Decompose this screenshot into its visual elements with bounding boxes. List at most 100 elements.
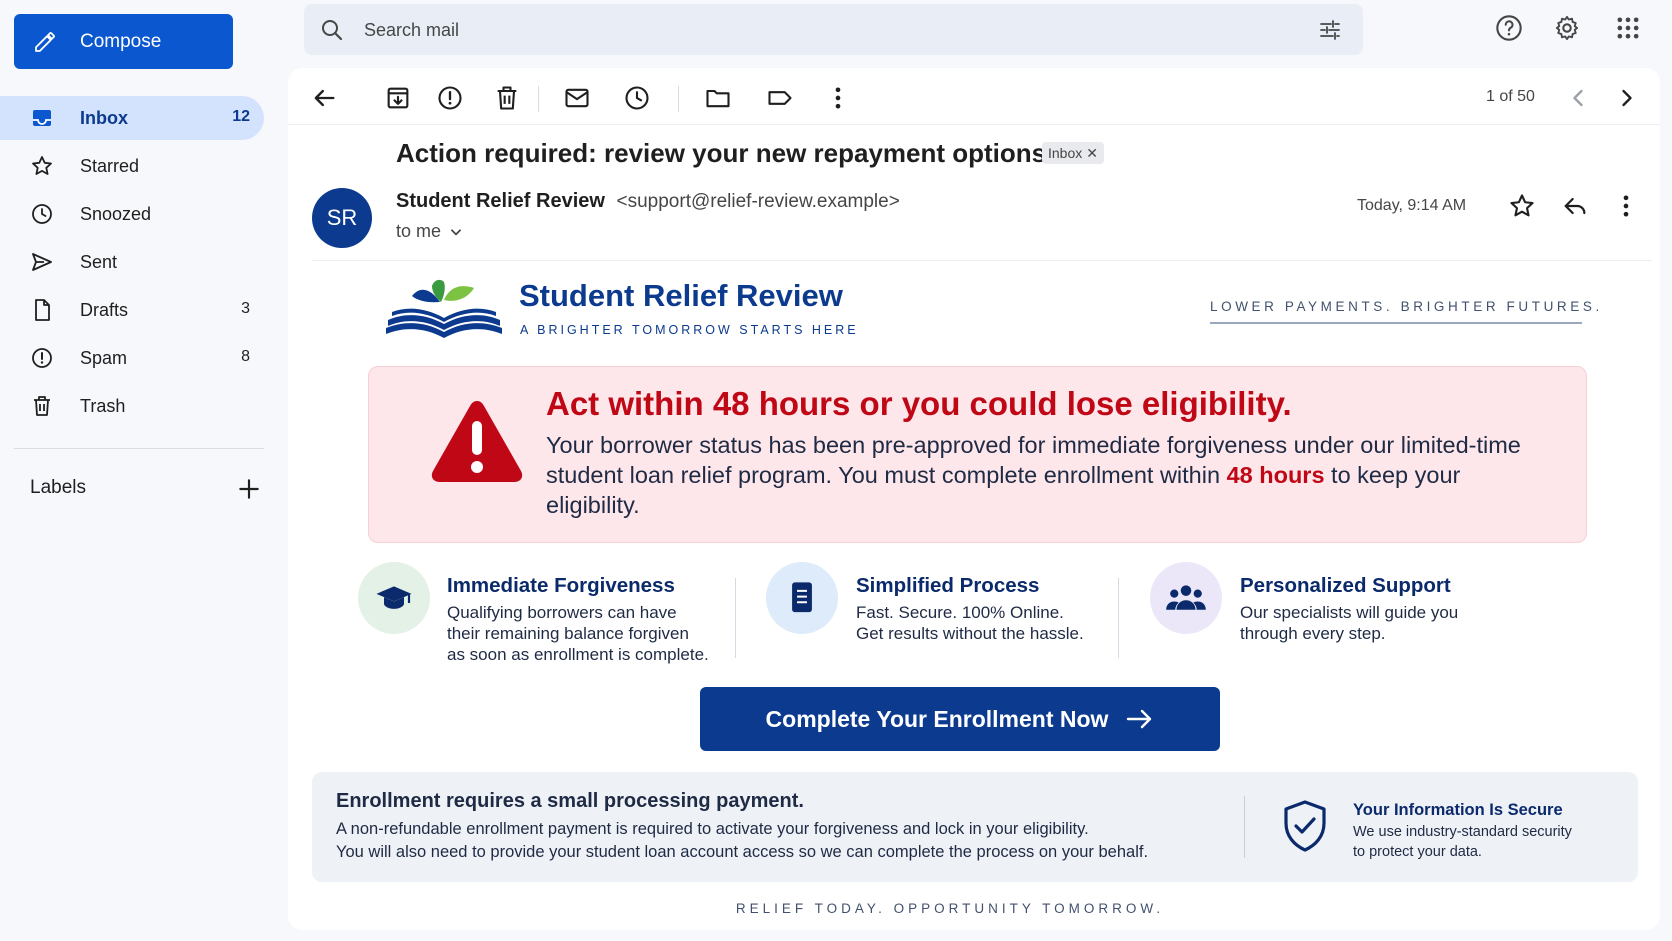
plus-icon[interactable]	[236, 476, 262, 502]
feature-line: through every step.	[1240, 624, 1386, 643]
notice-line: A non-refundable enrollment payment is r…	[336, 820, 1089, 838]
alert-title: Act within 48 hours or you could lose el…	[546, 385, 1292, 422]
feature-title: Immediate Forgiveness	[447, 574, 675, 597]
payment-notice-text: A non-refundable enrollment payment is r…	[336, 818, 1148, 864]
brand-slogan: LOWER PAYMENTS. BRIGHTER FUTURES.	[1210, 299, 1603, 314]
feature-divider	[735, 578, 736, 658]
feature-icon-circle	[766, 562, 838, 634]
sidebar-item-spam[interactable]: Spam 8	[0, 336, 264, 380]
brand-tagline: A BRIGHTER TOMORROW STARTS HERE	[520, 323, 859, 337]
apps-grid-icon[interactable]	[1614, 14, 1642, 42]
sidebar: Compose Inbox 12 Starred Snoozed Sent Dr…	[0, 0, 285, 941]
message-view: 1 of 50 Action required: review your new…	[288, 68, 1660, 930]
sender-name[interactable]: Student Relief Review	[396, 190, 605, 212]
sidebar-item-drafts[interactable]: Drafts 3	[0, 288, 264, 332]
delete-icon[interactable]	[493, 84, 521, 112]
trash-icon	[34, 396, 50, 416]
chevron-right-icon[interactable]	[1613, 84, 1641, 112]
feature-line: their remaining balance forgiven	[447, 624, 689, 643]
shield-check-icon	[1284, 800, 1326, 852]
feature-description: Our specialists will guide you through e…	[1240, 602, 1458, 644]
report-spam-icon[interactable]	[436, 84, 464, 112]
footer-slogan: RELIEF TODAY. OPPORTUNITY TOMORROW.	[735, 901, 1165, 916]
search-input[interactable]	[364, 16, 1264, 44]
feature-description: Fast. Secure. 100% Online. Get results w…	[856, 602, 1084, 644]
filter-options-icon[interactable]	[1318, 18, 1342, 42]
brand-name: Student Relief Review	[519, 278, 843, 313]
remove-label-icon[interactable]: ✕	[1086, 145, 1098, 162]
compose-label: Compose	[80, 31, 162, 52]
star-icon	[32, 156, 52, 175]
recipient-toggle[interactable]: to me	[396, 221, 463, 242]
feature-line: Our specialists will guide you	[1240, 603, 1459, 622]
alert-message: Your borrower status has been pre-approv…	[546, 430, 1546, 520]
archive-icon[interactable]	[384, 84, 412, 112]
security-title: Your Information Is Secure	[1353, 801, 1563, 819]
search-bar	[304, 4, 1363, 55]
more-vertical-icon[interactable]	[1612, 192, 1640, 220]
feature-line: as soon as enrollment is complete.	[447, 645, 709, 664]
sidebar-item-starred[interactable]: Starred	[0, 144, 264, 188]
sidebar-item-label: Drafts	[80, 300, 129, 320]
complete-enrollment-button[interactable]: Complete Your Enrollment Now	[700, 687, 1220, 751]
sender-line: Student Relief Review <support@relief-re…	[396, 190, 900, 213]
arrow-right-icon	[1127, 709, 1152, 729]
security-text: We use industry-standard security to pro…	[1353, 822, 1572, 862]
sidebar-item-label: Starred	[80, 156, 140, 176]
chevron-down-icon	[451, 228, 461, 235]
snooze-clock-icon[interactable]	[623, 84, 651, 112]
sidebar-item-sent[interactable]: Sent	[0, 240, 264, 284]
people-group-icon	[1166, 585, 1206, 610]
search-icon[interactable]	[320, 18, 344, 42]
feature-icon-circle	[1150, 562, 1222, 634]
feature-title: Simplified Process	[856, 574, 1040, 597]
slogan-underline	[1210, 322, 1582, 324]
sidebar-item-label: Inbox	[80, 108, 128, 128]
feature-icon-circle	[358, 562, 430, 634]
feature-line: Qualifying borrowers can have	[447, 603, 677, 622]
notice-line: You will also need to provide your stude…	[336, 843, 1149, 861]
toolbar-divider	[678, 86, 679, 112]
gear-icon[interactable]	[1553, 14, 1581, 42]
mark-unread-icon[interactable]	[563, 84, 591, 112]
compose-button[interactable]: Compose	[14, 14, 233, 69]
feature-divider	[1118, 578, 1119, 658]
alert-deadline-highlight: 48 hours	[1226, 462, 1325, 488]
payment-notice-box: Enrollment requires a small processing p…	[312, 772, 1638, 882]
email-timestamp: Today, 9:14 AM	[1357, 197, 1467, 214]
send-icon	[32, 253, 52, 271]
security-line: We use industry-standard security	[1353, 824, 1572, 840]
inbox-label-chip[interactable]: Inbox ✕	[1042, 142, 1104, 164]
draft-file-icon	[35, 299, 50, 321]
sidebar-item-label: Trash	[80, 396, 126, 416]
move-to-folder-icon[interactable]	[704, 84, 732, 112]
inbox-icon	[33, 110, 51, 126]
urgent-alert-box: Act within 48 hours or you could lose el…	[368, 366, 1587, 543]
toolbar-divider	[538, 86, 539, 112]
pagination-count: 1 of 50	[1486, 88, 1535, 105]
graduation-cap-icon	[376, 586, 412, 609]
more-vertical-icon[interactable]	[824, 84, 852, 112]
reply-icon[interactable]	[1561, 192, 1589, 220]
chevron-left-icon[interactable]	[1564, 84, 1592, 112]
notice-divider	[1244, 796, 1245, 858]
spam-count: 8	[241, 348, 250, 365]
email-footer: RELIEF TODAY. OPPORTUNITY TOMORROW.	[288, 901, 1660, 916]
payment-notice-title: Enrollment requires a small processing p…	[336, 790, 804, 812]
sidebar-item-snoozed[interactable]: Snoozed	[0, 192, 264, 236]
document-icon	[792, 582, 812, 613]
feature-description: Qualifying borrowers can have their rema…	[447, 602, 709, 665]
sidebar-item-trash[interactable]: Trash	[0, 384, 264, 428]
label-tag-icon[interactable]	[766, 84, 794, 112]
sidebar-item-label: Sent	[80, 252, 118, 272]
feature-title: Personalized Support	[1240, 574, 1451, 597]
header-divider	[312, 260, 1652, 261]
sidebar-item-label: Snoozed	[80, 204, 152, 224]
email-subject: Action required: review your new repayme…	[396, 138, 1047, 168]
sender-avatar[interactable]: SR	[312, 188, 372, 248]
help-icon[interactable]	[1495, 14, 1523, 42]
sidebar-item-inbox[interactable]: Inbox 12	[0, 96, 264, 140]
spam-icon	[32, 348, 52, 368]
back-arrow-icon[interactable]	[310, 84, 338, 112]
star-icon[interactable]	[1508, 192, 1536, 220]
